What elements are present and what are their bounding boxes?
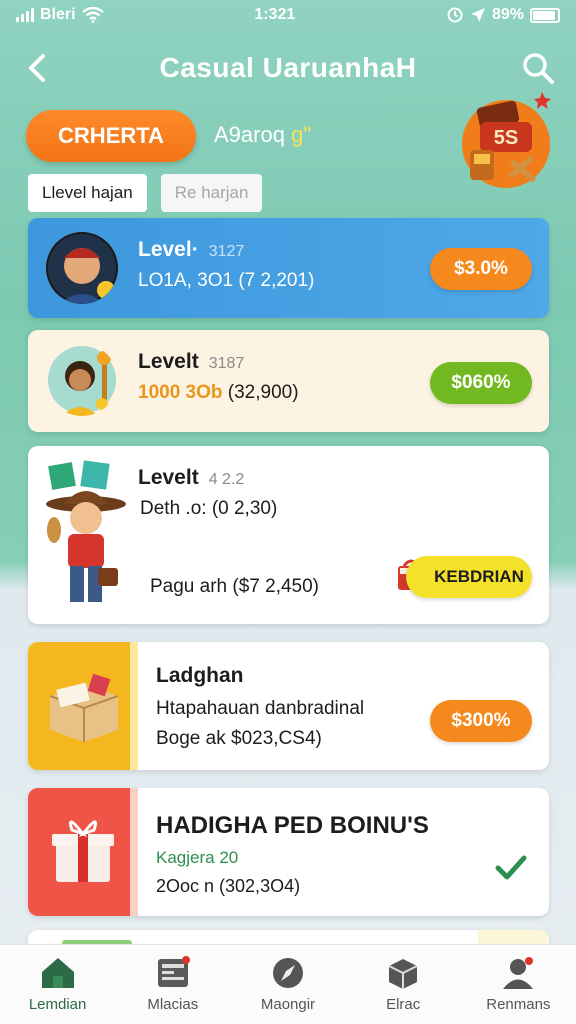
nav-item-profile[interactable]: Renmans xyxy=(463,956,573,1013)
card-title: Levelt 4 2.2 xyxy=(138,466,244,490)
card-line: Boge ak $023,CS4) xyxy=(156,728,322,749)
filter-tab-other[interactable]: Re harjan xyxy=(160,174,263,212)
card-line: Deth .o: (0 2,30) xyxy=(140,498,278,519)
card-line: Htapahauan danbradinal xyxy=(156,698,365,719)
chevron-right-icon[interactable] xyxy=(494,852,528,882)
nav-item-news[interactable]: Mlacias xyxy=(118,956,228,1013)
promo-button[interactable]: CRHERTA xyxy=(26,110,196,162)
battery-percent: 89% xyxy=(491,6,524,23)
package-icon xyxy=(49,673,119,742)
nav-label: Lemdian xyxy=(28,996,87,1013)
nav-item-home[interactable]: Lemdian xyxy=(3,956,113,1013)
bonus-card[interactable]: HADIGHA PED BOINU'S Kagjera 20 2Ooc n (3… xyxy=(28,788,549,916)
status-right: 89% xyxy=(446,6,560,24)
avatar xyxy=(46,232,118,304)
compass-icon xyxy=(272,958,303,988)
gift-icon xyxy=(52,820,114,882)
gift-thumbnail xyxy=(28,788,138,916)
nav-label: Elrac xyxy=(386,996,421,1013)
location-icon xyxy=(470,8,485,22)
profile-icon xyxy=(503,957,534,989)
level-card-2[interactable]: Levelt 3187 1000 3Ob (32,900) $060% xyxy=(28,330,549,432)
home-icon xyxy=(41,958,74,988)
status-left: Bleri xyxy=(16,6,104,24)
card-title: Ladghan xyxy=(156,664,244,687)
card-level-code: 3187 xyxy=(208,355,245,372)
nav-label: Renmans xyxy=(486,996,551,1013)
treasure-badge: 5S xyxy=(494,127,518,149)
page-title: Casual UaruanhaH xyxy=(159,52,417,83)
carrier-label: Bleri xyxy=(40,6,76,23)
search-icon[interactable] xyxy=(520,50,556,86)
card-title-text: Levelt xyxy=(138,350,199,373)
card-line: 1000 3Ob (32,900) xyxy=(138,382,299,404)
card-title: HADIGHA PED BOINU'S xyxy=(156,812,429,839)
action-button[interactable]: KEBDRIAN xyxy=(406,556,532,598)
nav-label: Maongir xyxy=(260,996,316,1013)
status-time: 1:321 xyxy=(254,6,296,23)
box-thumbnail xyxy=(28,642,138,770)
battery-icon xyxy=(530,7,560,23)
treasure-chest-icon[interactable]: 5S xyxy=(458,84,554,192)
mission-card[interactable]: Ladghan Htapahauan danbradinal Boge ak $… xyxy=(28,642,549,770)
nav-label: Mlacias xyxy=(147,996,199,1013)
card-line: 2Ooc n (302,3O4) xyxy=(156,876,301,896)
level-card-1[interactable]: Level· 3127 LO1A, 3O1 (7 2,201) $3.0% xyxy=(28,218,549,318)
nav-item-explore[interactable]: Maongir xyxy=(233,956,343,1013)
card-line: Pagu arh ($7 2,450) xyxy=(150,576,320,597)
reward-button[interactable]: $300% xyxy=(430,700,532,742)
reward-button[interactable]: $060% xyxy=(430,362,532,404)
promo-subtitle-main: A9aroq xyxy=(214,122,285,147)
avatar xyxy=(46,344,118,416)
bottom-nav: Lemdian Mlacias Maongir Elrac Renmans xyxy=(0,944,576,1024)
reward-button[interactable]: $3.0% xyxy=(430,248,532,290)
filter-tab-level[interactable]: Llevel hajan xyxy=(28,174,147,212)
explorer-character-icon xyxy=(46,460,126,602)
wifi-icon xyxy=(81,7,104,23)
nav-item-box[interactable]: Elrac xyxy=(348,956,458,1013)
card-level-code: 4 2.2 xyxy=(208,471,245,488)
card-line-rest: (32,900) xyxy=(227,382,299,403)
news-icon xyxy=(157,956,190,987)
filter-tabs: Llevel hajan Re harjan xyxy=(28,174,263,212)
promo-subtitle: A9aroq g" xyxy=(214,122,311,148)
alarm-icon xyxy=(447,7,463,23)
box-icon xyxy=(388,959,418,989)
status-bar: Bleri 1:321 89% xyxy=(0,0,576,30)
card-line: LO1A, 3O1 (7 2,201) xyxy=(138,270,315,291)
card-title-text: Levelt xyxy=(138,466,199,489)
back-arrow-icon[interactable] xyxy=(22,52,54,84)
card-line-accent: 1000 3Ob xyxy=(138,382,223,403)
card-line: Kagjera 20 xyxy=(156,848,239,867)
card-level-code: 3127 xyxy=(208,243,245,260)
card-title: Levelt 3187 xyxy=(138,350,244,374)
card-title: Level· 3127 xyxy=(138,238,244,262)
signal-icon xyxy=(16,8,34,22)
promo-subtitle-accent: g" xyxy=(291,122,312,147)
level-card-3[interactable]: Levelt 4 2.2 Deth .o: (0 2,30) Pagu arh (… xyxy=(28,446,549,624)
card-title-text: Level· xyxy=(138,238,199,261)
